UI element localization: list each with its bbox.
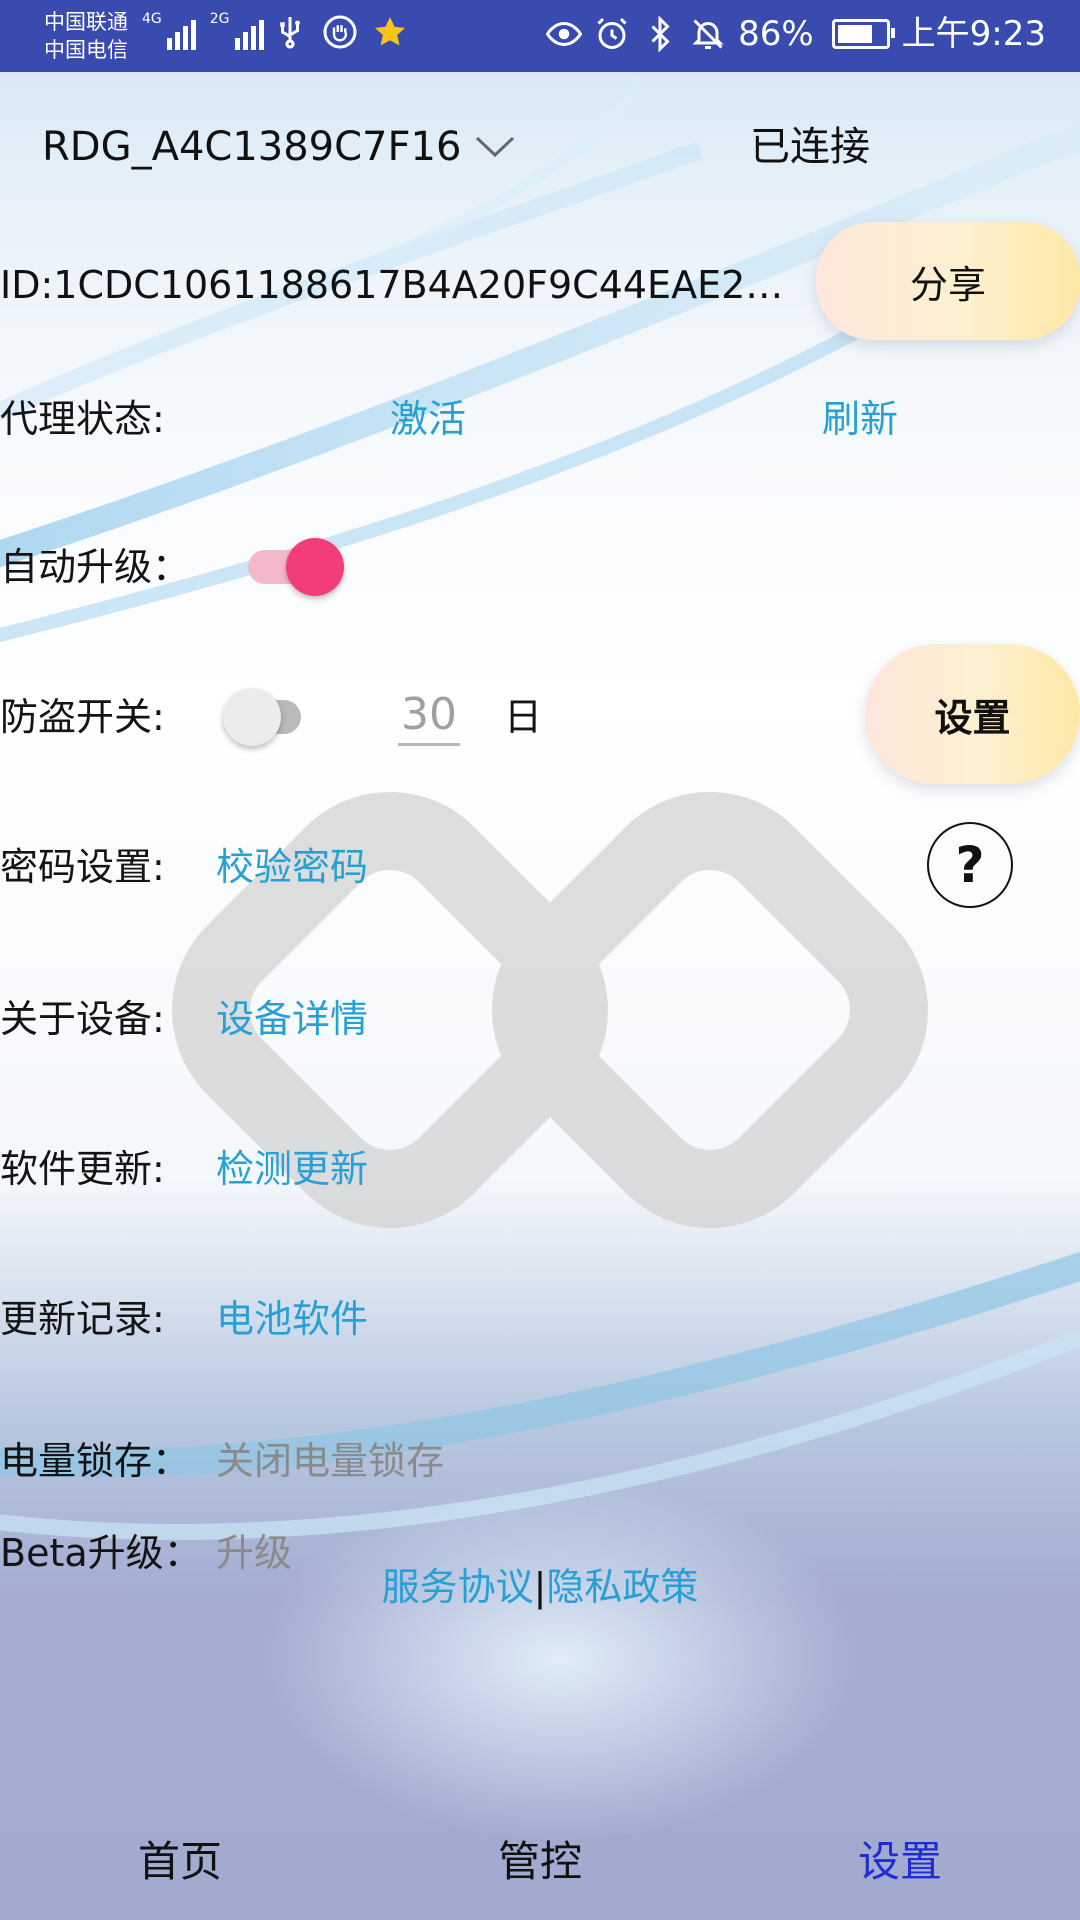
carrier-2: 中国电信: [44, 38, 128, 62]
notification-icons: [272, 14, 408, 50]
nav-control[interactable]: 管控: [360, 1812, 720, 1912]
signal-icon: 4G: [142, 12, 196, 50]
update-log-label: 更新记录:: [0, 1297, 165, 1341]
password-label: 密码设置:: [0, 845, 165, 889]
carrier-1: 中国联通: [44, 10, 128, 34]
anti-theft-label: 防盗开关:: [0, 695, 165, 739]
anti-theft-toggle[interactable]: [223, 688, 325, 746]
signal-indicators: 4G 2G: [142, 12, 264, 50]
agent-status-label: 代理状态:: [0, 397, 165, 441]
footer-links: 服务协议|隐私政策: [0, 1562, 1080, 1612]
usb-icon: [280, 17, 300, 49]
system-status: 86% 上午9:23: [546, 14, 1046, 54]
network-type-2: 2G: [209, 11, 230, 27]
device-selector[interactable]: RDG_A4C1389C7F16: [42, 122, 515, 172]
alarm-icon: [597, 17, 627, 49]
mute-bell-icon: [692, 19, 724, 49]
status-bar: 中国联通 中国电信 4G 2G 86% 上午9:23: [0, 0, 1080, 72]
battery-percent: 86%: [738, 14, 814, 54]
device-name: RDG_A4C1389C7F16: [42, 124, 462, 170]
share-button[interactable]: 分享: [816, 222, 1080, 340]
software-update-label: 软件更新:: [0, 1147, 165, 1191]
footer-separator: |: [533, 1565, 547, 1609]
anti-theft-set-button[interactable]: 设置: [865, 644, 1080, 784]
signal-icon: 2G: [210, 12, 264, 50]
question-mark-icon: ?: [955, 836, 985, 894]
about-device-label: 关于设备:: [0, 997, 165, 1041]
battery-software-link[interactable]: 电池软件: [216, 1294, 368, 1344]
settings-page: RDG_A4C1389C7F16 已连接 ID:1CDC1061188617B4…: [0, 72, 1080, 1920]
days-unit-label: 日: [504, 695, 543, 739]
disable-power-lock-link[interactable]: 关闭电量锁存: [216, 1436, 444, 1486]
hand-icon: [323, 15, 357, 49]
chevron-down-icon: [476, 136, 515, 158]
nav-home[interactable]: 首页: [0, 1812, 360, 1912]
anti-theft-days-input[interactable]: [398, 685, 460, 746]
help-button[interactable]: ?: [927, 822, 1013, 908]
device-id: ID:1CDC1061188617B4A20F9C44EAE2C…: [0, 263, 800, 307]
refresh-link[interactable]: 刷新: [822, 394, 898, 444]
auto-upgrade-toggle[interactable]: [248, 538, 348, 596]
auto-upgrade-label: 自动升级：: [0, 545, 191, 589]
battery-icon: [831, 19, 895, 49]
eye-icon: [546, 21, 583, 47]
star-icon: [375, 17, 405, 46]
bluetooth-icon: [651, 16, 670, 52]
service-agreement-link[interactable]: 服务协议: [382, 1565, 534, 1609]
clock: 上午9:23: [901, 14, 1046, 54]
activate-link[interactable]: 激活: [390, 394, 466, 444]
check-update-link[interactable]: 检测更新: [216, 1144, 368, 1194]
nav-settings[interactable]: 设置: [720, 1812, 1080, 1912]
connection-status: 已连接: [750, 124, 870, 170]
privacy-policy-link[interactable]: 隐私政策: [546, 1565, 698, 1609]
network-type-1: 4G: [142, 11, 162, 27]
device-details-link[interactable]: 设备详情: [216, 994, 368, 1044]
verify-password-link[interactable]: 校验密码: [216, 842, 368, 892]
carrier-info: 中国联通 中国电信: [44, 8, 128, 64]
power-lock-label: 电量锁存：: [0, 1439, 191, 1483]
bottom-nav: 首页 管控 设置: [0, 1812, 1080, 1912]
